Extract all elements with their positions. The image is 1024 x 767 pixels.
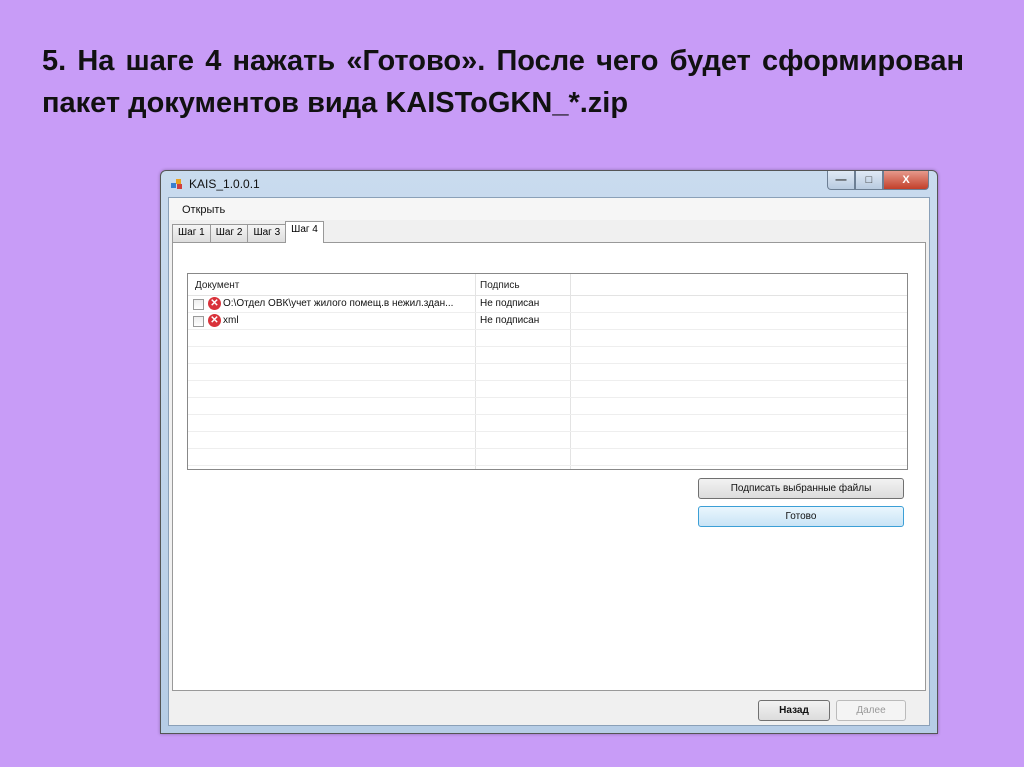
cell-signature: Не подписан (480, 315, 540, 326)
sign-selected-button[interactable]: Подписать выбранные файлы (698, 478, 904, 499)
error-icon: ✕ (208, 314, 221, 327)
cell-signature: Не подписан (480, 298, 540, 309)
tab-step-1[interactable]: Шаг 1 (172, 224, 211, 243)
app-window: KAIS_1.0.0.1 — □ X Открыть Шаг 1 Шаг 2 Ш… (160, 170, 938, 734)
minimize-button[interactable]: — (827, 171, 855, 190)
app-icon (171, 179, 183, 189)
menu-open[interactable]: Открыть (182, 204, 225, 216)
error-icon: ✕ (208, 297, 221, 310)
table-row[interactable]: ✕ xml Не подписан (188, 313, 907, 330)
column-header-document[interactable]: Документ (195, 280, 239, 291)
cell-document: O:\Отдел ОВК\учет жилого помещ.в нежил.з… (223, 298, 454, 309)
tab-step-4[interactable]: Шаг 4 (285, 221, 324, 243)
maximize-button[interactable]: □ (855, 171, 883, 190)
tab-step-2[interactable]: Шаг 2 (209, 224, 249, 243)
documents-table: Документ Подпись ✕ O:\Отдел ОВК\учет жил… (187, 273, 908, 470)
window-title: KAIS_1.0.0.1 (189, 177, 260, 191)
cell-document: xml (223, 315, 239, 326)
window-client: Открыть Шаг 1 Шаг 2 Шаг 3 Шаг 4 Документ… (168, 197, 930, 726)
slide-heading: 5. На шаге 4 нажать «Готово». После чего… (42, 45, 964, 119)
tab-panel: Документ Подпись ✕ O:\Отдел ОВК\учет жил… (172, 242, 926, 691)
next-button[interactable]: Далее (836, 700, 906, 721)
title-bar[interactable]: KAIS_1.0.0.1 — □ X (161, 171, 937, 197)
row-checkbox[interactable] (193, 299, 204, 310)
row-checkbox[interactable] (193, 316, 204, 327)
done-button[interactable]: Готово (698, 506, 904, 527)
table-header: Документ Подпись (188, 274, 907, 296)
table-row[interactable]: ✕ O:\Отдел ОВК\учет жилого помещ.в нежил… (188, 296, 907, 313)
tab-strip: Шаг 1 Шаг 2 Шаг 3 Шаг 4 (172, 221, 324, 243)
tab-step-3[interactable]: Шаг 3 (247, 224, 287, 243)
close-button[interactable]: X (883, 171, 929, 190)
column-header-signature[interactable]: Подпись (480, 280, 520, 291)
menu-bar: Открыть (169, 198, 929, 220)
back-button[interactable]: Назад (758, 700, 830, 721)
